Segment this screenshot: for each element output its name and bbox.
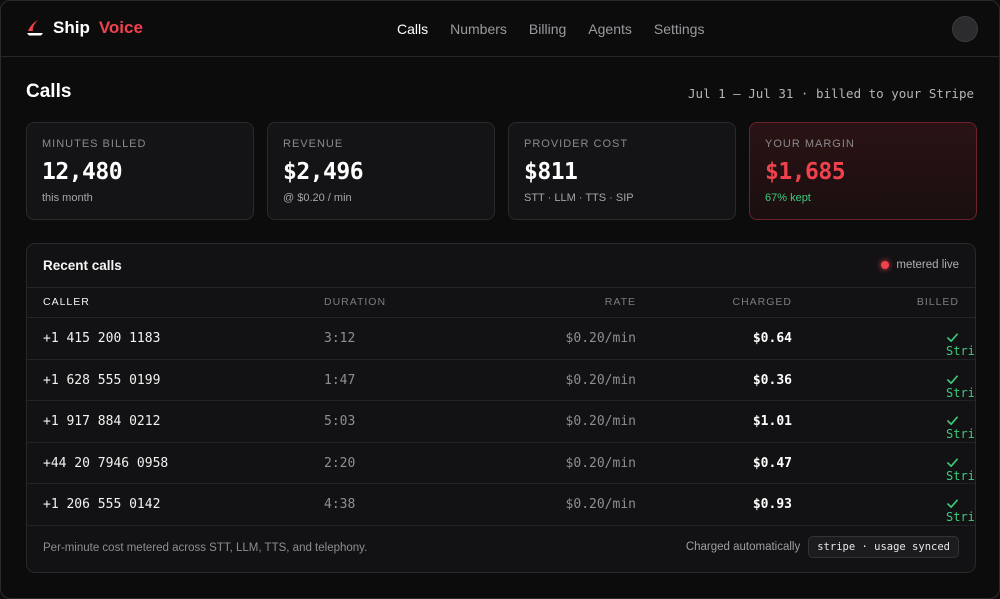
table-row[interactable]: +1 415 200 1183 3:12 $0.20/min $0.64 Str…	[27, 318, 975, 360]
billed-label: Stripe	[946, 510, 975, 524]
card-provider-cost: PROVIDER COST $811 STT · LLM · TTS · SIP	[508, 122, 736, 220]
billed-status: Stripe	[946, 414, 975, 441]
card-value: $811	[524, 159, 578, 185]
billed-label: Stripe	[946, 427, 975, 441]
call-charged: $0.47	[752, 455, 792, 471]
caller-number: +1 628 555 0199	[43, 372, 161, 388]
card-your-margin: YOUR MARGIN $1,685 67% kept	[749, 122, 977, 220]
charged-automatically-label: Charged automatically	[685, 541, 801, 553]
billed-status: Stripe	[946, 331, 975, 358]
check-icon	[947, 374, 958, 384]
column-header-duration[interactable]: DURATION	[324, 296, 386, 308]
live-label: metered live	[896, 259, 959, 271]
recent-calls-panel: Recent calls metered live CALLER DURATIO…	[26, 243, 976, 573]
card-value: $2,496	[283, 159, 364, 185]
call-rate: $0.20/min	[565, 331, 636, 346]
page-title: Calls	[26, 81, 72, 102]
nav-numbers[interactable]: Numbers	[450, 21, 507, 37]
brand-name-ship: Ship	[53, 18, 90, 37]
panel-title: Recent calls	[43, 258, 122, 273]
top-bar: Ship Voice Calls Numbers Billing Agents …	[1, 1, 999, 57]
card-label: MINUTES BILLED	[42, 138, 147, 150]
card-label: YOUR MARGIN	[765, 138, 855, 150]
table-row[interactable]: +1 917 884 0212 5:03 $0.20/min $1.01 Str…	[27, 401, 975, 443]
call-rate: $0.20/min	[565, 372, 636, 388]
call-rate: $0.20/min	[565, 497, 636, 512]
footer-status: Charged automatically stripe · usage syn…	[686, 536, 959, 558]
main-nav: Calls Numbers Billing Agents Settings	[397, 1, 704, 57]
brand[interactable]: Ship Voice	[25, 18, 143, 38]
table-header: CALLER DURATION RATE CHARGED BILLED	[27, 288, 975, 318]
date-range: Jul 1 – Jul 31 · billed to your Stripe	[688, 86, 974, 101]
app-window: Ship Voice Calls Numbers Billing Agents …	[0, 0, 1000, 599]
check-icon	[947, 499, 958, 509]
nav-settings[interactable]: Settings	[654, 21, 705, 37]
call-rate: $0.20/min	[565, 414, 636, 429]
sail-icon	[27, 20, 43, 36]
card-subtext: this month	[42, 192, 93, 204]
caller-number: +1 917 884 0212	[43, 414, 161, 429]
live-indicator: metered live	[881, 259, 959, 271]
card-label: REVENUE	[283, 138, 344, 150]
nav-agents[interactable]: Agents	[588, 21, 632, 37]
card-label: PROVIDER COST	[524, 138, 629, 150]
call-duration: 3:12	[324, 331, 356, 346]
card-value: 12,480	[42, 159, 123, 185]
billed-status: Stripe	[946, 497, 975, 524]
billed-label: Stripe	[946, 344, 975, 358]
nav-billing[interactable]: Billing	[529, 21, 566, 37]
call-duration: 4:38	[324, 497, 356, 512]
panel-header: Recent calls metered live	[27, 244, 975, 288]
call-duration: 2:20	[324, 455, 356, 471]
avatar[interactable]	[952, 16, 978, 42]
check-icon	[947, 333, 958, 343]
table-row[interactable]: +44 20 7946 0958 2:20 $0.20/min $0.47 St…	[27, 443, 975, 484]
table-row[interactable]: +1 206 555 0142 4:38 $0.20/min $0.93 Str…	[27, 484, 975, 526]
card-subtext: STT · LLM · TTS · SIP	[524, 192, 634, 204]
call-charged: $0.64	[752, 331, 792, 346]
live-dot-icon	[881, 261, 890, 269]
column-header-caller[interactable]: CALLER	[43, 296, 90, 308]
table-row[interactable]: +1 628 555 0199 1:47 $0.20/min $0.36 Str…	[27, 360, 975, 401]
column-header-rate[interactable]: RATE	[605, 296, 636, 308]
card-minutes-billed: MINUTES BILLED 12,480 this month	[26, 122, 254, 220]
call-charged: $1.01	[752, 414, 792, 429]
brand-name-voice: Voice	[98, 18, 143, 37]
billed-label: Stripe	[946, 468, 975, 483]
nav-calls[interactable]: Calls	[397, 21, 428, 37]
caller-number: +44 20 7946 0958	[43, 455, 169, 471]
caller-number: +1 206 555 0142	[43, 497, 161, 512]
call-charged: $0.93	[752, 497, 792, 512]
call-duration: 1:47	[324, 372, 356, 388]
column-header-billed[interactable]: BILLED	[917, 296, 959, 308]
billed-status: Stripe	[946, 373, 975, 400]
card-revenue: REVENUE $2,496 @ $0.20 / min	[267, 122, 495, 220]
card-subtext: 67% kept	[765, 192, 811, 204]
call-rate: $0.20/min	[565, 455, 636, 471]
card-value: $1,685	[765, 159, 846, 185]
column-header-charged[interactable]: CHARGED	[732, 296, 792, 308]
footer-note: Per-minute cost metered across STT, LLM,…	[43, 542, 368, 554]
check-icon	[947, 416, 958, 426]
call-duration: 5:03	[324, 414, 356, 429]
check-icon	[947, 457, 958, 467]
caller-number: +1 415 200 1183	[43, 331, 161, 346]
panel-footer: Per-minute cost metered across STT, LLM,…	[27, 525, 975, 572]
stripe-sync-badge: stripe · usage synced	[808, 536, 959, 558]
stat-cards: MINUTES BILLED 12,480 this month REVENUE…	[26, 122, 977, 220]
card-subtext: @ $0.20 / min	[283, 192, 352, 204]
billed-status: Stripe	[946, 456, 975, 483]
call-charged: $0.36	[752, 372, 792, 388]
billed-label: Stripe	[946, 385, 975, 400]
